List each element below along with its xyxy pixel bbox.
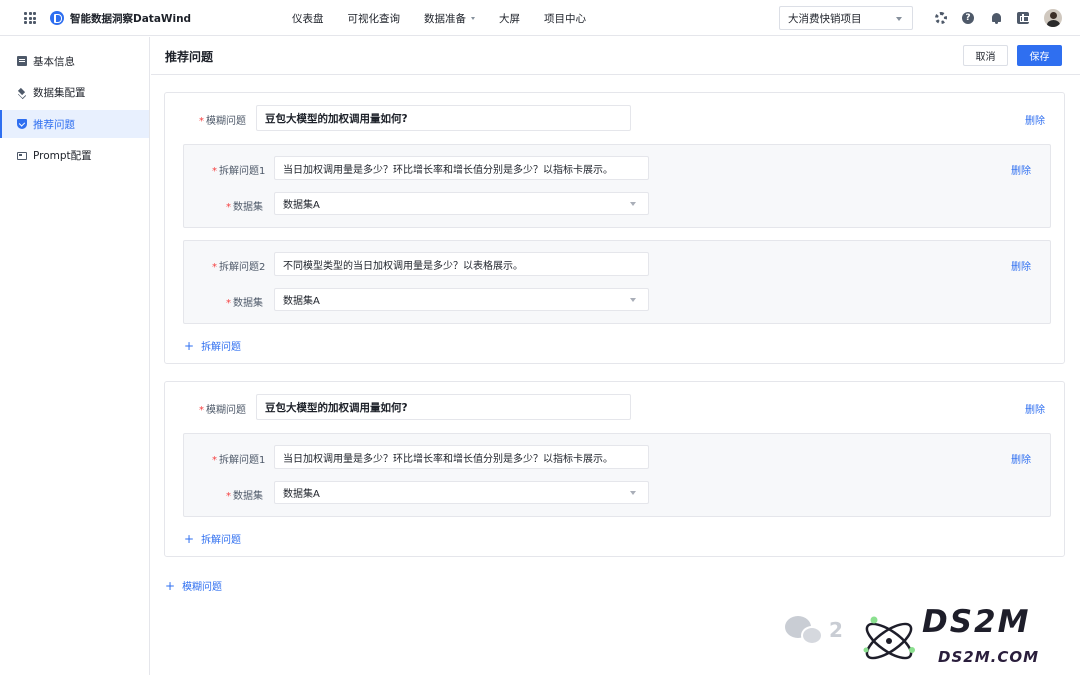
dataset-label: * 数据集 xyxy=(226,202,263,213)
delete-group-link[interactable]: 删除 xyxy=(1025,112,1045,127)
project-select-value: 大消费快销项目 xyxy=(788,12,862,25)
add-sub-question-link[interactable]: + 拆解问题 xyxy=(184,338,241,354)
sidebar-item-label: 推荐问题 xyxy=(33,118,75,131)
nav-project-center[interactable]: 项目中心 xyxy=(544,11,586,26)
question-group: * 模糊问题 豆包大模型的加权调用量如何? 删除 * 拆解问题1 当日加权调用量是多… xyxy=(164,381,1065,557)
watermark-fragment: 2 xyxy=(829,618,843,642)
language-icon[interactable] xyxy=(1017,12,1029,24)
sidebar-item-basic-info[interactable]: 基本信息 xyxy=(0,47,149,75)
main-content: * 模糊问题 豆包大模型的加权调用量如何? 删除 * 拆解问题1 当日加权调用量是多… xyxy=(151,76,1080,675)
save-button[interactable]: 保存 xyxy=(1017,45,1062,66)
dataset-label: * 数据集 xyxy=(226,491,263,502)
help-icon[interactable]: ? xyxy=(962,12,974,24)
sidebar-item-label: 基本信息 xyxy=(33,55,75,68)
page-title: 推荐问题 xyxy=(165,50,214,64)
document-icon xyxy=(17,56,27,66)
monitor-icon xyxy=(17,151,27,160)
nav-data-prep[interactable]: 数据准备 xyxy=(424,11,475,26)
sub-question-box: * 拆解问题1 当日加权调用量是多少？环比增长率和增长值分别是多少？以指标卡展示。… xyxy=(183,144,1051,228)
delete-sub-question-link[interactable]: 删除 xyxy=(1011,162,1031,177)
add-fuzzy-question-link[interactable]: + 模糊问题 xyxy=(165,578,222,594)
sub-question-input[interactable]: 当日加权调用量是多少？环比增长率和增长值分别是多少？以指标卡展示。 xyxy=(274,445,649,469)
sidebar: 基本信息 数据集配置 推荐问题 Prompt配置 xyxy=(0,37,150,675)
question-group: * 模糊问题 豆包大模型的加权调用量如何? 删除 * 拆解问题1 当日加权调用量是多… xyxy=(164,92,1065,364)
nav-dashboard[interactable]: 仪表盘 xyxy=(292,11,324,26)
dataset-select[interactable]: 数据集A xyxy=(274,481,649,504)
fuzzy-question-input[interactable]: 豆包大模型的加权调用量如何? xyxy=(256,105,631,131)
add-sub-question-link[interactable]: + 拆解问题 xyxy=(184,531,241,547)
watermark-brand: DS2M xyxy=(922,604,1031,640)
sidebar-item-recommended-questions[interactable]: 推荐问题 xyxy=(0,110,149,138)
shield-icon xyxy=(17,119,27,129)
sidebar-item-prompt-config[interactable]: Prompt配置 xyxy=(0,142,149,170)
chevron-down-icon xyxy=(896,17,902,21)
sub-question-input[interactable]: 当日加权调用量是多少？环比增长率和增长值分别是多少？以指标卡展示。 xyxy=(274,156,649,180)
app-title[interactable]: 智能数据洞察DataWind xyxy=(70,11,191,26)
fuzzy-question-label: * 模糊问题 xyxy=(199,405,246,416)
main-nav: 仪表盘 可视化查询 数据准备 大屏 项目中心 xyxy=(292,0,610,36)
dataset-select[interactable]: 数据集A xyxy=(274,288,649,311)
sub-question-label: * 拆解问题1 xyxy=(212,455,266,466)
gear-icon[interactable] xyxy=(935,12,947,24)
sidebar-item-dataset-config[interactable]: 数据集配置 xyxy=(0,79,149,107)
dataset-select-value: 数据集A xyxy=(283,489,320,500)
chevron-down-icon xyxy=(630,491,636,495)
fuzzy-question-input[interactable]: 豆包大模型的加权调用量如何? xyxy=(256,394,631,420)
sidebar-item-label: Prompt配置 xyxy=(33,150,92,162)
sub-question-label: * 拆解问题2 xyxy=(212,262,266,273)
nav-visual-query[interactable]: 可视化查询 xyxy=(348,11,401,26)
watermark-domain: DS2M.COM xyxy=(938,648,1040,666)
sub-question-input[interactable]: 不同模型类型的当日加权调用量是多少？以表格展示。 xyxy=(274,252,649,276)
atom-logo-icon xyxy=(863,616,915,660)
plus-icon: + xyxy=(165,578,176,593)
sub-question-box: * 拆解问题1 当日加权调用量是多少？环比增长率和增长值分别是多少？以指标卡展示。… xyxy=(183,433,1051,517)
fuzzy-question-label: * 模糊问题 xyxy=(199,116,246,127)
dataset-select-value: 数据集A xyxy=(283,200,320,211)
dataset-select[interactable]: 数据集A xyxy=(274,192,649,215)
page-header: 推荐问题 取消 保存 xyxy=(151,37,1080,75)
project-select[interactable]: 大消费快销项目 xyxy=(779,6,913,30)
top-bar: 智能数据洞察DataWind 仪表盘 可视化查询 数据准备 大屏 项目中心 大消… xyxy=(0,0,1080,36)
datawind-logo-icon xyxy=(50,11,64,25)
wechat-icon xyxy=(785,614,825,648)
delete-sub-question-link[interactable]: 删除 xyxy=(1011,451,1031,466)
chevron-down-icon xyxy=(471,16,475,20)
avatar[interactable] xyxy=(1044,9,1062,27)
delete-group-link[interactable]: 删除 xyxy=(1025,401,1045,416)
cancel-button[interactable]: 取消 xyxy=(963,45,1008,66)
plus-icon: + xyxy=(184,531,195,546)
chevron-down-icon xyxy=(630,298,636,302)
layers-icon xyxy=(17,88,27,98)
sub-question-label: * 拆解问题1 xyxy=(212,166,266,177)
dataset-select-value: 数据集A xyxy=(283,296,320,307)
bell-icon[interactable] xyxy=(990,12,1002,24)
app-grid-icon[interactable] xyxy=(24,12,36,24)
dataset-label: * 数据集 xyxy=(226,298,263,309)
plus-icon: + xyxy=(184,338,195,353)
delete-sub-question-link[interactable]: 删除 xyxy=(1011,258,1031,273)
chevron-down-icon xyxy=(630,202,636,206)
nav-big-screen[interactable]: 大屏 xyxy=(499,11,520,26)
sub-question-box: * 拆解问题2 不同模型类型的当日加权调用量是多少？以表格展示。 删除 * 数据集 … xyxy=(183,240,1051,324)
sidebar-item-label: 数据集配置 xyxy=(33,87,86,99)
